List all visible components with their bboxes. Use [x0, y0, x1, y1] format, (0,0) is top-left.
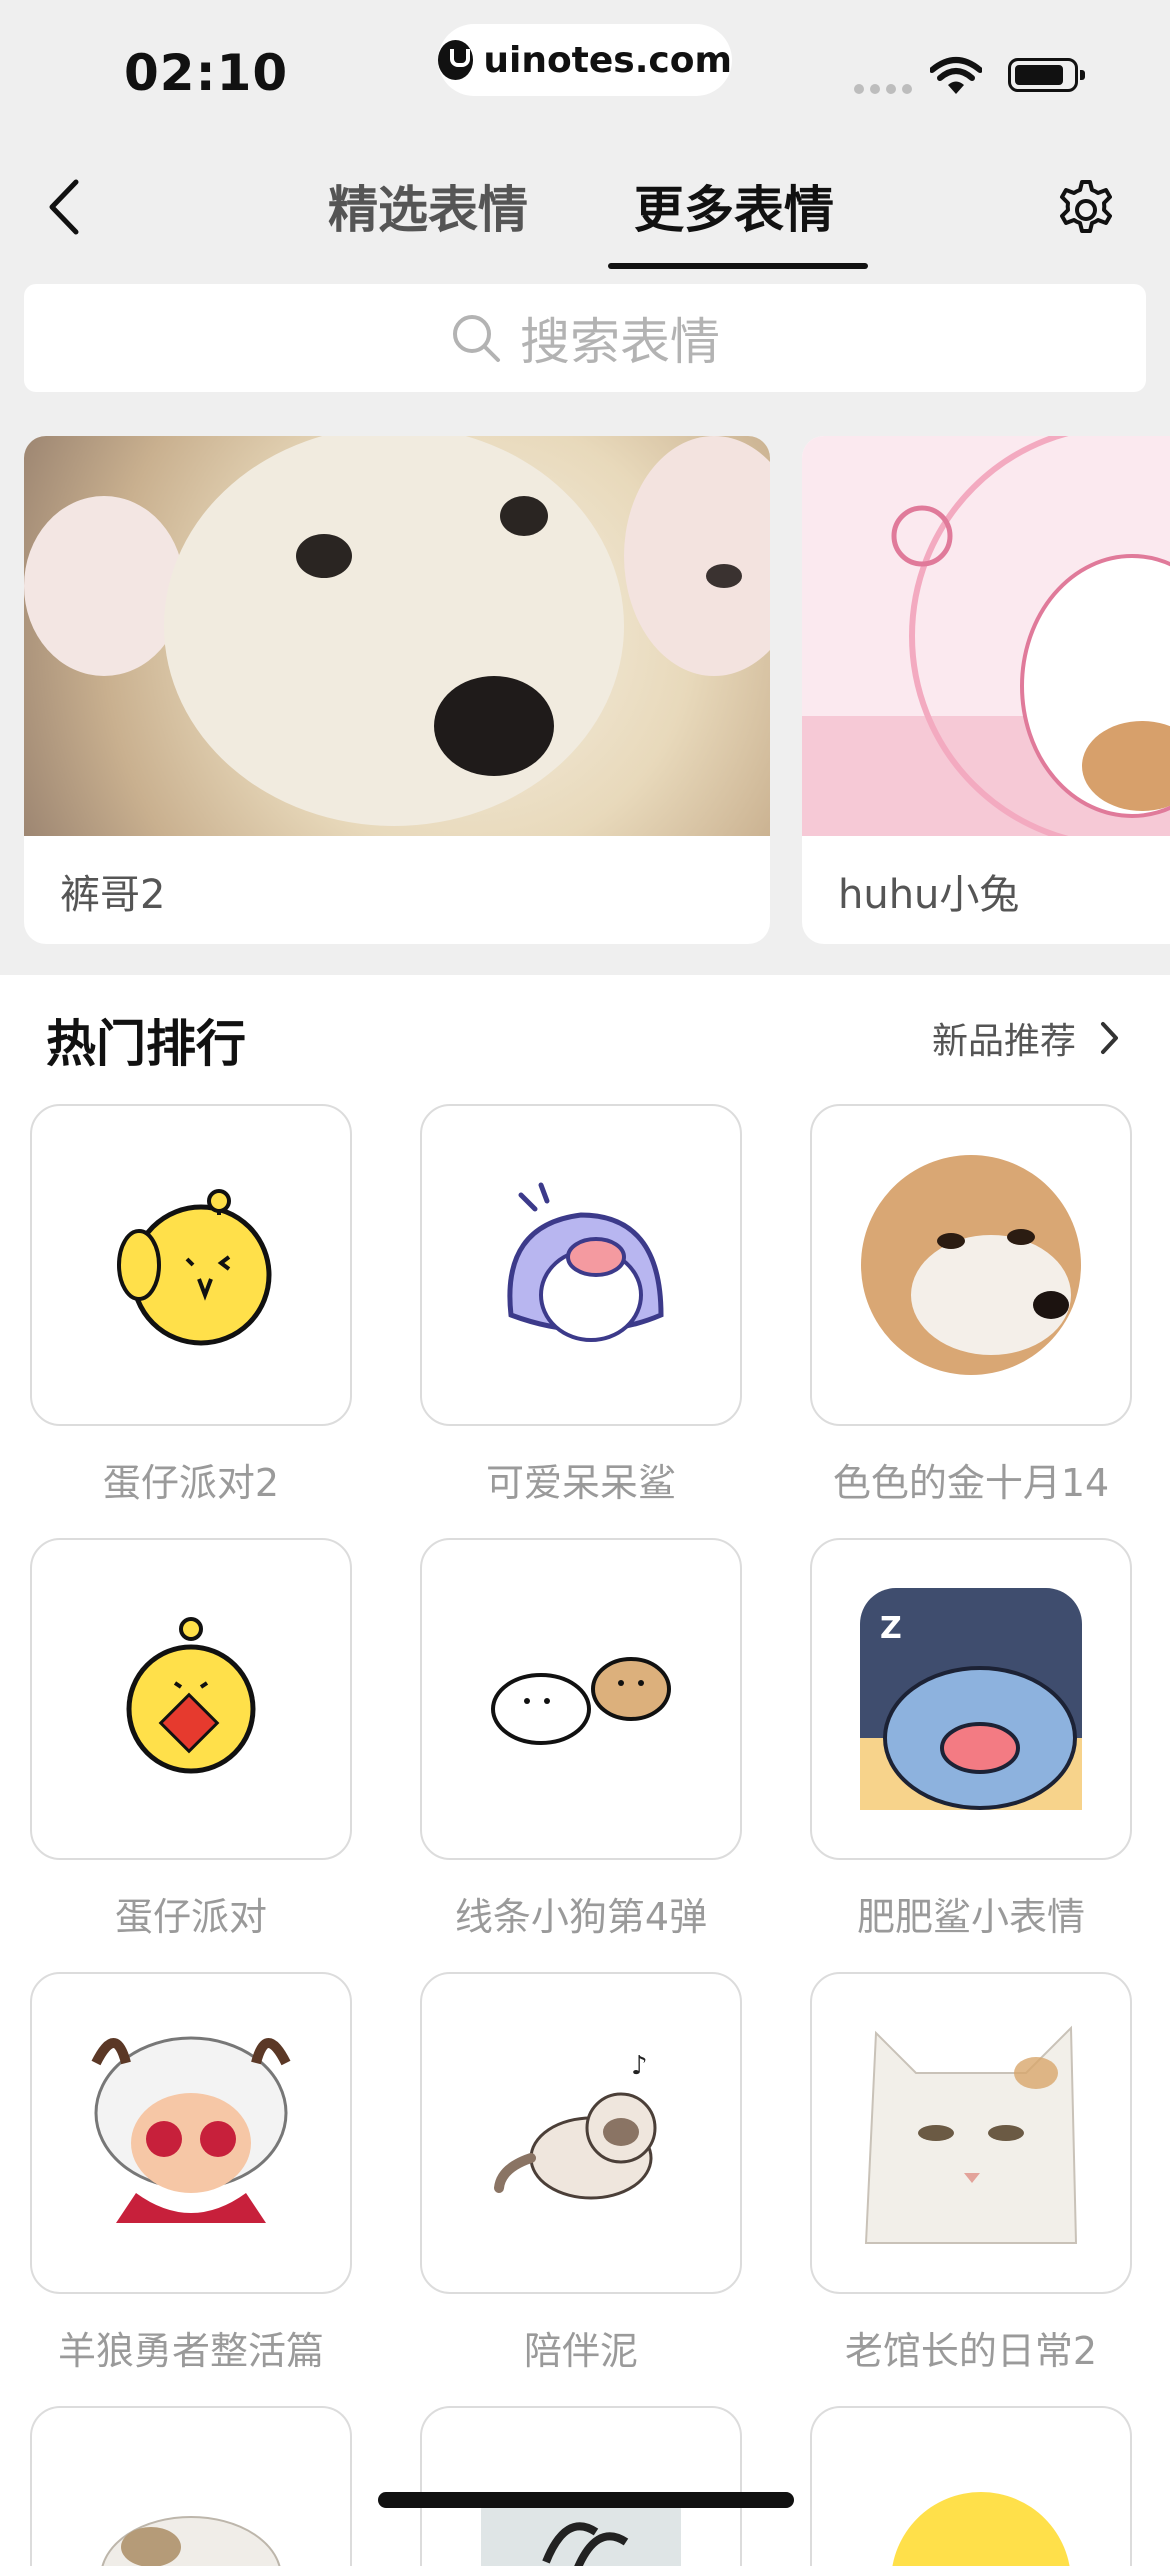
shiba-dog-sticker-image	[861, 1155, 1081, 1375]
sticker-card[interactable]	[420, 1104, 742, 1426]
sticker-card[interactable]	[810, 1104, 1132, 1426]
chevron-right-icon	[1101, 1022, 1119, 1054]
white-cat-sticker-image	[864, 2025, 1078, 2244]
sheep-wolf-hero-sticker-image	[91, 2036, 291, 2223]
svg-text:♪: ♪	[631, 2051, 648, 2081]
sticker-card[interactable]	[30, 2406, 352, 2566]
sticker-name: 线条小狗第4弹	[454, 1895, 708, 1939]
line-puppy-sticker-image	[491, 1657, 671, 1745]
sticker-card[interactable]	[30, 1972, 352, 2294]
wifi-icon	[930, 57, 982, 94]
banner-card[interactable]: 裤哥2	[24, 436, 770, 944]
active-tab-indicator	[608, 263, 868, 269]
new-arrivals-label: 新品推荐	[932, 1021, 1077, 1062]
uinotes-logo-icon	[438, 40, 474, 80]
lucky-chick-sticker-image	[126, 1617, 256, 1774]
chubby-shark-sticker-image: Z	[860, 1588, 1082, 1810]
sticker-name: 陪伴泥	[523, 2329, 638, 2373]
banner-name: huhu小兔	[838, 872, 1020, 918]
banner-card[interactable]: huhu小兔	[802, 436, 1170, 944]
sticker-card[interactable]: Z	[810, 1538, 1132, 1860]
cat-sticker-image	[101, 2516, 281, 2566]
shark-sticker-image	[507, 1182, 664, 1342]
battery-icon	[1008, 58, 1085, 92]
sticker-card[interactable]	[30, 1104, 352, 1426]
svg-text:Z: Z	[880, 1611, 902, 1646]
puppy-image	[24, 436, 770, 836]
sticker-name: 蛋仔派对2	[102, 1461, 280, 1505]
search-icon	[453, 315, 500, 362]
sticker-card[interactable]	[30, 1538, 352, 1860]
banner-name: 裤哥2	[60, 872, 166, 918]
section-title: 热门排行	[46, 1015, 246, 1073]
sketch-sticker-image	[481, 2492, 681, 2566]
sticker-name: 老馆长的日常2	[844, 2329, 1098, 2373]
yellow-sticker-image	[892, 2492, 1070, 2566]
cellular-signal-icon	[854, 84, 912, 94]
search-placeholder: 搜索表情	[520, 313, 720, 371]
sticker-card[interactable]	[420, 2406, 742, 2566]
new-arrivals-link[interactable]: 新品推荐	[932, 1012, 1120, 1064]
sticker-name: 蛋仔派对	[114, 1895, 267, 1939]
tab-featured[interactable]: 精选表情	[328, 170, 528, 242]
home-indicator[interactable]	[378, 2492, 794, 2508]
sticker-name: 羊狼勇者整活篇	[57, 2329, 324, 2373]
search-bar[interactable]: 搜索表情	[24, 284, 1146, 392]
sticker-name: 色色的金十月14	[832, 1461, 1110, 1505]
yellow-chick-sticker-image	[117, 1189, 272, 1346]
back-arrow-icon[interactable]	[38, 172, 98, 242]
siamese-cat-sticker-image: ♪	[494, 2051, 657, 2200]
tab-more[interactable]: 更多表情	[634, 170, 834, 242]
rabbit-image	[802, 436, 1170, 836]
sticker-card[interactable]	[810, 2406, 1132, 2566]
sticker-card[interactable]	[420, 1538, 742, 1860]
settings-gear-icon[interactable]	[1054, 174, 1118, 238]
url-pill: uinotes.com	[438, 24, 732, 96]
url-text: uinotes.com	[483, 39, 732, 81]
sticker-card[interactable]: ♪	[420, 1972, 742, 2294]
sticker-name: 可爱呆呆鲨	[485, 1461, 676, 1505]
status-time: 02:10	[124, 44, 289, 102]
sticker-name: 肥肥鲨小表情	[856, 1895, 1085, 1939]
sticker-card[interactable]	[810, 1972, 1132, 2294]
